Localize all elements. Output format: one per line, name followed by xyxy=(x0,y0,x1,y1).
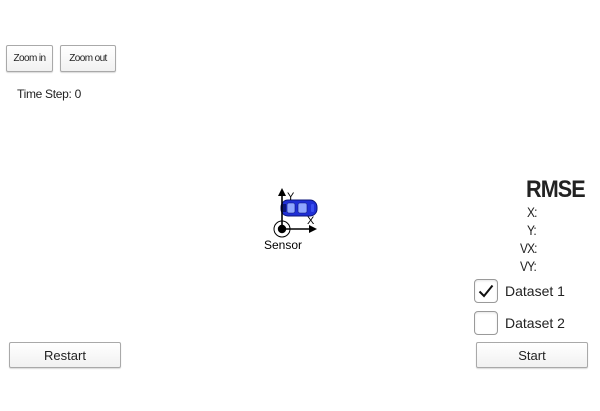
rmse-vx-label: VX: xyxy=(520,240,537,256)
rmse-x-label: X: xyxy=(527,204,537,220)
axis-y-label: Y xyxy=(287,191,295,203)
scene-canvas: Y X Sensor xyxy=(264,188,318,252)
dataset-1-checkbox[interactable] xyxy=(474,279,498,303)
checkmark-icon xyxy=(478,284,494,298)
sensor-label: Sensor xyxy=(264,238,302,252)
dataset-2-label: Dataset 2 xyxy=(505,315,565,331)
restart-button[interactable]: Restart xyxy=(9,342,121,368)
dataset-1-option[interactable]: Dataset 1 xyxy=(474,279,565,303)
dataset-2-checkbox[interactable] xyxy=(474,311,498,335)
axis-x-label: X xyxy=(307,215,315,227)
zoom-in-button[interactable]: Zoom in xyxy=(6,45,53,72)
rmse-y-label: Y: xyxy=(527,222,537,238)
rmse-title: RMSE xyxy=(526,176,586,203)
dataset-2-option[interactable]: Dataset 2 xyxy=(474,311,565,335)
time-step-label: Time Step: 0 xyxy=(17,87,81,101)
start-button[interactable]: Start xyxy=(476,342,588,368)
dataset-1-label: Dataset 1 xyxy=(505,283,565,299)
zoom-out-button[interactable]: Zoom out xyxy=(60,45,116,72)
simulation-scene: Y X Sensor xyxy=(256,181,336,261)
rmse-vy-label: VY: xyxy=(520,258,537,274)
